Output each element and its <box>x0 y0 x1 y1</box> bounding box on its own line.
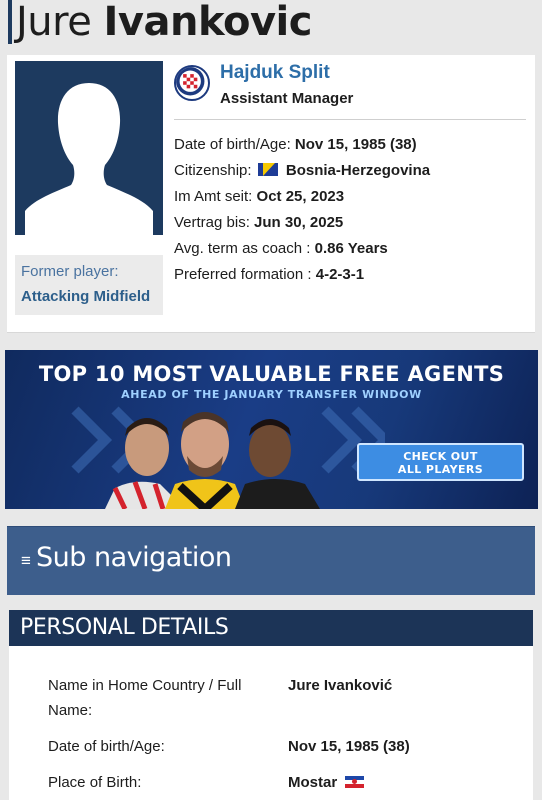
fact-value: 0.86 Years <box>314 240 388 257</box>
coach-name: Jure Ivankovic <box>16 0 312 48</box>
fact-date-of-birth: Date of birth/Age: Nov 15, 1985 (38) <box>174 132 530 158</box>
fact-label: Avg. term as coach : <box>174 240 311 257</box>
fact-formation: Preferred formation : 4-2-3-1 <box>174 262 530 288</box>
fact-value: 4-2-3-1 <box>315 266 365 283</box>
divider <box>174 119 526 120</box>
coach-role: Assistant Manager <box>220 90 354 107</box>
detail-value: Jure Ivanković <box>288 677 393 694</box>
yugoslavia-flag-icon <box>345 776 365 788</box>
fact-value: Nov 15, 1985 (38) <box>294 136 417 153</box>
sub-navigation-toggle[interactable]: ≡ Sub navigation <box>7 526 535 595</box>
fact-citizenship: Citizenship: Bosnia-Herzegovina <box>174 158 530 184</box>
free-agents-banner-ad[interactable]: TOP 10 MOST VALUABLE FREE AGENTS AHEAD O… <box>5 350 538 509</box>
fact-label: Date of birth/Age: <box>174 136 291 153</box>
fact-value: Oct 25, 2023 <box>256 188 345 205</box>
detail-value: Mostar <box>288 770 518 795</box>
fact-value: Jun 30, 2025 <box>254 214 344 231</box>
fact-label: Im Amt seit: <box>174 188 253 205</box>
detail-label: Place of Birth: <box>48 774 142 791</box>
cta-line-2: ALL PLAYERS <box>397 463 484 476</box>
coach-first-name: Jure <box>16 0 92 45</box>
menu-icon: ≡ <box>21 551 31 570</box>
fact-value: Bosnia-Herzegovina <box>285 162 431 179</box>
bosnia-flag-icon <box>257 163 278 176</box>
cta-line-1: CHECK OUT <box>403 450 478 463</box>
personal-details-title: PERSONAL DETAILS <box>20 615 229 640</box>
former-player-box: Former player: Attacking Midfield <box>15 255 163 315</box>
former-player-position-link[interactable]: Attacking Midfield <box>21 286 157 308</box>
avatar-silhouette-icon <box>15 61 163 235</box>
banner-subtitle: AHEAD OF THE JANUARY TRANSFER WINDOW <box>121 388 422 401</box>
sub-navigation-label: Sub navigation <box>36 542 232 573</box>
page-header: Jure Ivankovic <box>0 0 542 55</box>
check-out-all-players-button[interactable]: CHECK OUT ALL PLAYERS <box>357 443 524 481</box>
fact-label: Citizenship: <box>174 162 252 179</box>
birthplace-text: Mostar <box>288 774 338 791</box>
club-name-link[interactable]: Hajduk Split <box>220 62 330 84</box>
fact-appointed: Im Amt seit: Oct 25, 2023 <box>174 184 530 210</box>
personal-details-header: PERSONAL DETAILS <box>9 610 533 646</box>
detail-value: Nov 15, 1985 (38) <box>288 738 410 755</box>
fact-contract-until: Vertrag bis: Jun 30, 2025 <box>174 210 530 236</box>
detail-label: Date of birth/Age: <box>48 738 165 755</box>
former-player-label: Former player: <box>21 263 119 280</box>
detail-label: Name in Home Country / Full Name: <box>48 677 242 719</box>
fact-avg-term: Avg. term as coach : 0.86 Years <box>174 236 530 262</box>
fact-label: Vertrag bis: <box>174 214 250 231</box>
coach-facts-list: Date of birth/Age: Nov 15, 1985 (38) Cit… <box>174 132 530 288</box>
banner-title: TOP 10 MOST VALUABLE FREE AGENTS <box>38 362 505 386</box>
profile-card: Former player: Attacking Midfield Hajduk… <box>7 55 535 333</box>
coach-photo-placeholder <box>15 61 163 235</box>
header-accent-bar <box>8 0 12 44</box>
club-crest-icon[interactable] <box>174 65 210 101</box>
fact-label: Preferred formation : <box>174 266 312 283</box>
players-photo <box>105 412 320 509</box>
coach-last-name: Ivankovic <box>103 0 313 45</box>
personal-details-table: Name in Home Country / Full Name: Jure I… <box>9 646 533 800</box>
